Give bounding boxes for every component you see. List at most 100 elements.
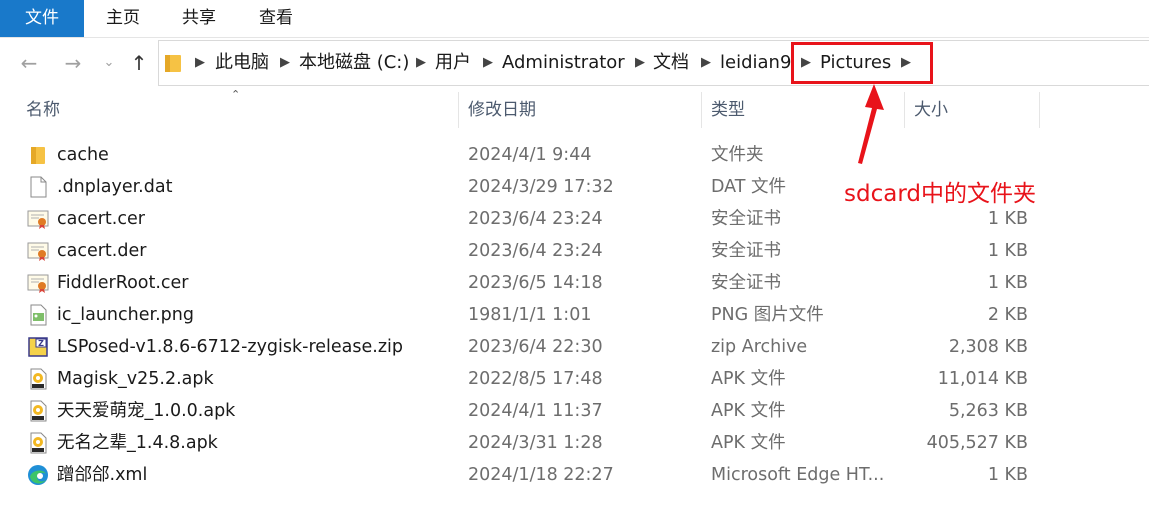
column-divider[interactable] xyxy=(904,92,905,128)
breadcrumb-this-pc[interactable]: 此电脑 xyxy=(215,41,269,85)
file-date: 2024/4/1 9:44 xyxy=(468,145,592,165)
certificate-icon xyxy=(27,274,49,293)
file-type: PNG 图片文件 xyxy=(711,305,824,325)
chevron-right-icon[interactable]: ▶ xyxy=(195,41,205,85)
file-name: cache xyxy=(57,145,109,165)
column-divider[interactable] xyxy=(1039,92,1040,128)
chevron-right-icon[interactable]: ▶ xyxy=(635,41,645,85)
tab-view[interactable]: 查看 xyxy=(236,0,316,37)
file-size: 5,263 KB xyxy=(948,401,1028,421)
edge-icon xyxy=(28,465,48,485)
file-name: 蹭郃郃.xml xyxy=(57,465,148,485)
file-icon xyxy=(30,176,47,198)
file-name: 天天爱萌宠_1.0.0.apk xyxy=(57,401,236,421)
list-item[interactable]: Magisk_v25.2.apk 2022/8/5 17:48 APK 文件 1… xyxy=(0,363,1149,395)
folder-icon xyxy=(31,147,45,164)
file-size: 11,014 KB xyxy=(937,369,1028,389)
file-date: 2024/3/31 1:28 xyxy=(468,433,603,453)
file-type: APK 文件 xyxy=(711,369,786,389)
apk-icon xyxy=(30,432,47,454)
column-header-size[interactable]: 大小 xyxy=(914,88,948,130)
breadcrumb-users[interactable]: 用户 xyxy=(435,41,471,85)
ribbon-tabs: 文件 主页 共享 查看 xyxy=(0,0,1149,38)
file-date: 2024/4/1 11:37 xyxy=(468,401,603,421)
file-name: cacert.cer xyxy=(57,209,145,229)
list-item[interactable]: FiddlerRoot.cer 2023/6/5 14:18 安全证书 1 KB xyxy=(0,267,1149,299)
apk-icon xyxy=(30,400,47,422)
breadcrumb-documents[interactable]: 文档 xyxy=(653,41,689,85)
navigation-bar: ← → ⌄ ↑ ▶ 此电脑 ▶ 本地磁盘 (C:) ▶ 用户 ▶ Adminis… xyxy=(0,38,1149,88)
file-type: 安全证书 xyxy=(711,273,781,293)
chevron-right-icon[interactable]: ▶ xyxy=(280,41,290,85)
file-type: DAT 文件 xyxy=(711,177,787,197)
file-size xyxy=(904,139,1028,171)
file-type: APK 文件 xyxy=(711,433,786,453)
file-name: ic_launcher.png xyxy=(57,305,194,325)
file-name: 无名之辈_1.4.8.apk xyxy=(57,433,218,453)
file-size: 1 KB xyxy=(987,273,1028,293)
chevron-right-icon[interactable]: ▶ xyxy=(701,41,711,85)
file-type: zip Archive xyxy=(711,337,808,357)
file-type: Microsoft Edge HT... xyxy=(711,465,885,485)
column-divider[interactable] xyxy=(701,92,702,128)
column-divider[interactable] xyxy=(458,92,459,128)
file-size: 2,308 KB xyxy=(948,337,1028,357)
chevron-right-icon[interactable]: ▶ xyxy=(483,41,493,85)
file-size: 1 KB xyxy=(987,241,1028,261)
apk-icon xyxy=(30,368,47,390)
list-item[interactable]: 天天爱萌宠_1.0.0.apk 2024/4/1 11:37 APK 文件 5,… xyxy=(0,395,1149,427)
file-size: 2 KB xyxy=(987,305,1028,325)
file-date: 2022/8/5 17:48 xyxy=(468,369,603,389)
file-name: cacert.der xyxy=(57,241,147,261)
breadcrumb-administrator[interactable]: Administrator xyxy=(502,41,625,85)
list-item[interactable]: 蹭郃郃.xml 2024/1/18 22:27 Microsoft Edge H… xyxy=(0,459,1149,491)
column-header-name[interactable]: 名称 xyxy=(26,88,60,130)
certificate-icon xyxy=(27,242,49,261)
file-name: LSPosed-v1.8.6-6712-zygisk-release.zip xyxy=(57,337,403,357)
tab-share[interactable]: 共享 xyxy=(162,0,236,37)
list-item[interactable]: ic_launcher.png 1981/1/1 1:01 PNG 图片文件 2… xyxy=(0,299,1149,331)
sort-ascending-icon: ⌃ xyxy=(231,88,241,101)
list-item[interactable]: Z LSPosed-v1.8.6-6712-zygisk-release.zip… xyxy=(0,331,1149,363)
arrow-up-icon[interactable]: ↑ xyxy=(126,50,152,76)
chevron-down-icon[interactable]: ⌄ xyxy=(96,50,122,76)
file-name: FiddlerRoot.cer xyxy=(57,273,189,293)
file-name: Magisk_v25.2.apk xyxy=(57,369,214,389)
folder-icon xyxy=(165,55,181,72)
annotation-label: sdcard中的文件夹 xyxy=(844,181,1036,207)
tab-home[interactable]: 主页 xyxy=(84,0,162,37)
arrow-left-icon[interactable]: ← xyxy=(16,50,42,76)
chevron-right-icon[interactable]: ▶ xyxy=(416,41,426,85)
arrow-right-icon[interactable]: → xyxy=(60,50,86,76)
list-item[interactable]: cache 2024/4/1 9:44 文件夹 xyxy=(0,139,1149,171)
annotation-arrow-icon xyxy=(858,84,884,164)
file-date: 2023/6/5 14:18 xyxy=(468,273,603,293)
certificate-icon xyxy=(27,210,49,229)
file-type: 安全证书 xyxy=(711,209,781,229)
file-type: 安全证书 xyxy=(711,241,781,261)
file-size: 405,527 KB xyxy=(926,433,1028,453)
file-date: 2024/3/29 17:32 xyxy=(468,177,614,197)
png-file-icon xyxy=(30,304,47,326)
file-date: 2023/6/4 22:30 xyxy=(468,337,603,357)
breadcrumb-local-disk[interactable]: 本地磁盘 (C:) xyxy=(299,41,409,85)
file-date: 2023/6/4 23:24 xyxy=(468,241,603,261)
column-header-type[interactable]: 类型 xyxy=(711,88,745,130)
file-type: 文件夹 xyxy=(711,145,764,165)
file-date: 1981/1/1 1:01 xyxy=(468,305,592,325)
column-headers: ⌃ 名称 修改日期 类型 大小 xyxy=(0,88,1149,130)
breadcrumb-leidian9[interactable]: leidian9 xyxy=(720,41,791,85)
zip-archive-icon: Z xyxy=(28,337,48,357)
list-item[interactable]: 无名之辈_1.4.8.apk 2024/3/31 1:28 APK 文件 405… xyxy=(0,427,1149,459)
file-size: 1 KB xyxy=(987,465,1028,485)
address-bar[interactable]: ▶ 此电脑 ▶ 本地磁盘 (C:) ▶ 用户 ▶ Administrator ▶… xyxy=(158,40,1149,86)
file-type: APK 文件 xyxy=(711,401,786,421)
svg-text:Z: Z xyxy=(38,339,44,348)
list-item[interactable]: cacert.der 2023/6/4 23:24 安全证书 1 KB xyxy=(0,235,1149,267)
file-name: .dnplayer.dat xyxy=(57,177,173,197)
column-header-date[interactable]: 修改日期 xyxy=(468,88,536,130)
tab-file[interactable]: 文件 xyxy=(0,0,84,37)
annotation-highlight-box xyxy=(791,42,933,84)
file-date: 2024/1/18 22:27 xyxy=(468,465,614,485)
file-date: 2023/6/4 23:24 xyxy=(468,209,603,229)
